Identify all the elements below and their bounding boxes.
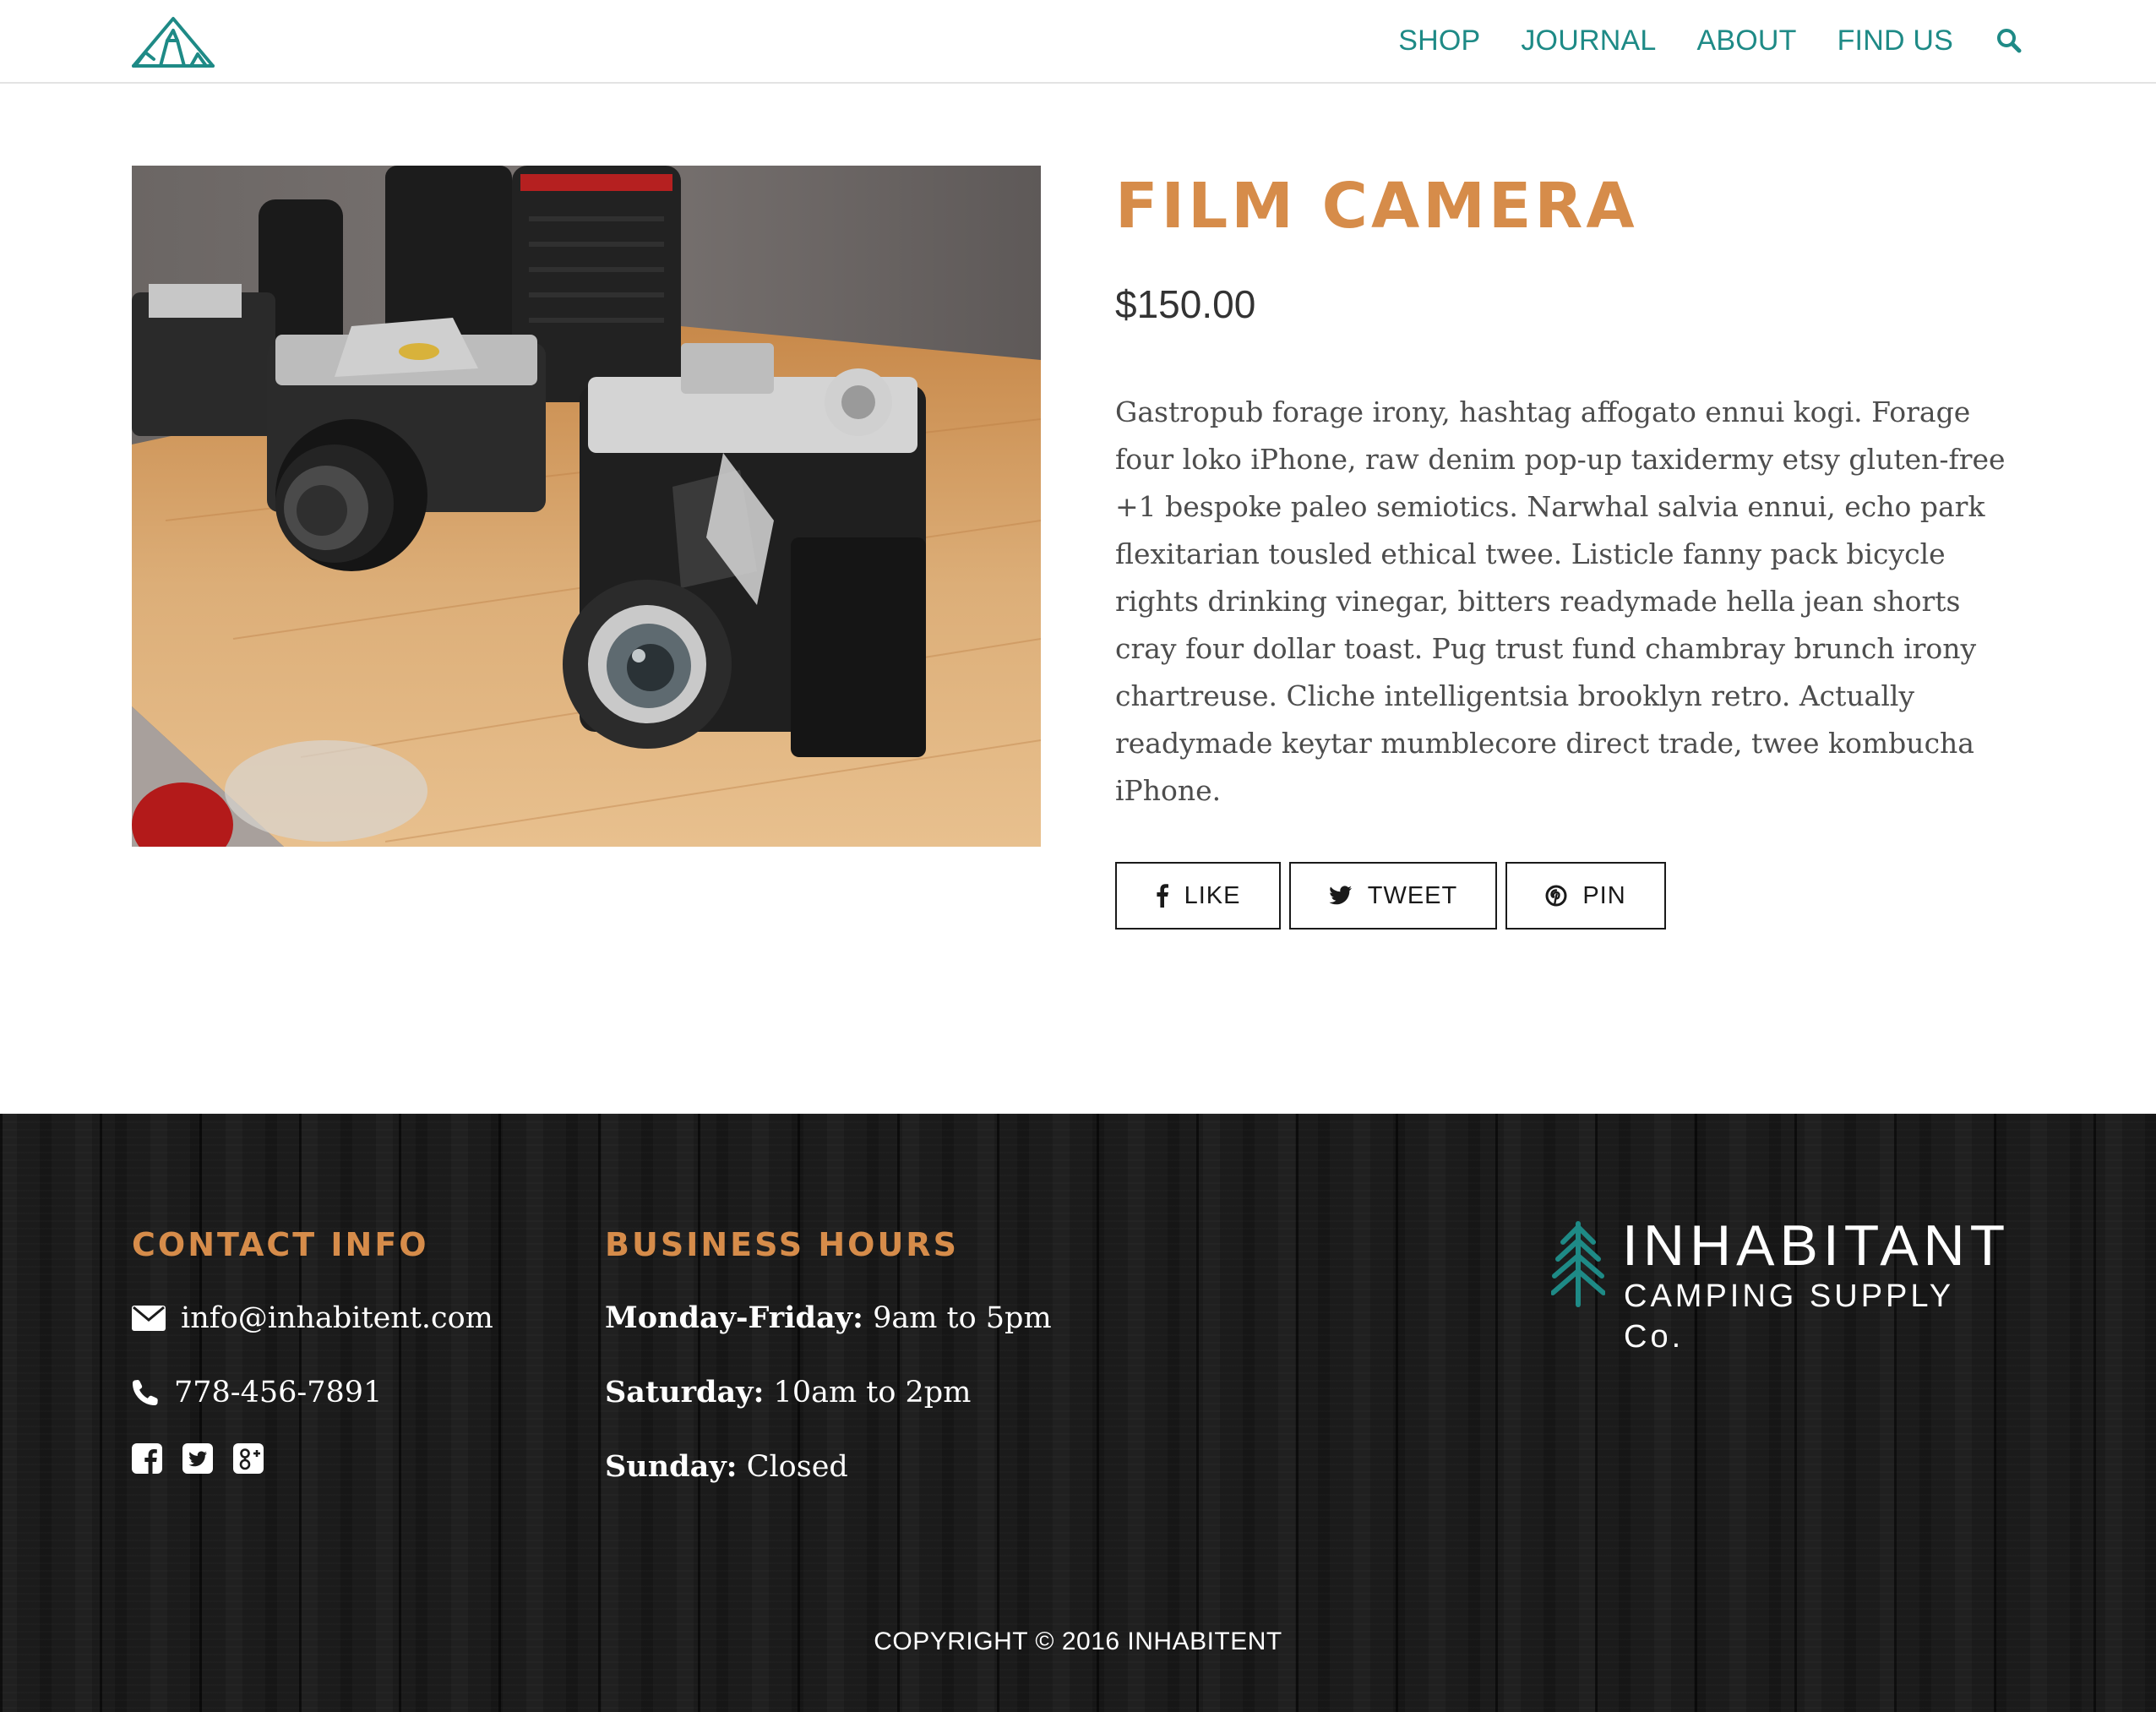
share-buttons: LIKE TWEET PIN bbox=[1115, 862, 2028, 930]
contact-email-row: info@inhabitent.com bbox=[132, 1296, 571, 1340]
hours-row-sunday: Sunday: Closed bbox=[605, 1445, 1196, 1489]
like-label: LIKE bbox=[1184, 881, 1241, 909]
nav-shop[interactable]: SHOP bbox=[1398, 19, 1480, 63]
site-footer: CONTACT INFO info@inhabitent.com 778-456… bbox=[0, 1114, 2156, 1712]
contact-phone-row: 778-456-7891 bbox=[132, 1371, 571, 1415]
product-description: Gastropub forage irony, hashtag affogato… bbox=[1115, 395, 2006, 807]
product-info: FILM CAMERA $150.00 Gastropub forage iro… bbox=[1115, 166, 2028, 930]
hours-day: Monday-Friday: bbox=[605, 1300, 863, 1335]
pinterest-icon bbox=[1545, 885, 1567, 907]
brand-name: INHABITANT bbox=[1622, 1213, 2011, 1278]
hours-day: Sunday: bbox=[605, 1449, 738, 1484]
phone-icon bbox=[133, 1380, 158, 1405]
contact-phone: 778-456-7891 bbox=[174, 1376, 383, 1409]
nav-find-us[interactable]: FIND US bbox=[1838, 19, 1953, 63]
pin-button[interactable]: PIN bbox=[1505, 862, 1666, 930]
envelope-icon bbox=[132, 1306, 166, 1331]
hours-time: 9am to 5pm bbox=[863, 1301, 1052, 1335]
facebook-icon bbox=[1156, 884, 1168, 908]
hours-time: Closed bbox=[737, 1450, 848, 1484]
copyright: COPYRIGHT © 2016 INHABITENT bbox=[874, 1627, 1282, 1655]
main-nav: SHOP JOURNAL ABOUT FIND US bbox=[1358, 19, 2024, 63]
contact-heading: CONTACT INFO bbox=[132, 1226, 429, 1263]
google-plus-square-icon[interactable] bbox=[233, 1443, 264, 1474]
pine-tree-icon bbox=[1551, 1221, 1605, 1307]
search-icon[interactable] bbox=[1994, 19, 2024, 63]
twitter-square-icon[interactable] bbox=[182, 1443, 213, 1474]
social-links bbox=[132, 1443, 571, 1474]
product-title: FILM CAMERA bbox=[1115, 170, 1638, 243]
tent-logo-icon[interactable] bbox=[132, 15, 215, 69]
like-button[interactable]: LIKE bbox=[1115, 862, 1281, 930]
business-hours: BUSINESS HOURS Monday-Friday: 9am to 5pm… bbox=[605, 1224, 1196, 1489]
twitter-icon bbox=[1329, 886, 1352, 905]
contact-email[interactable]: info@inhabitent.com bbox=[181, 1301, 493, 1335]
hours-row-saturday: Saturday: 10am to 2pm bbox=[605, 1371, 1196, 1415]
brand-tagline: CAMPING SUPPLY Co. bbox=[1624, 1279, 1954, 1355]
facebook-square-icon[interactable] bbox=[132, 1443, 162, 1474]
pin-label: PIN bbox=[1582, 881, 1626, 909]
hours-heading: BUSINESS HOURS bbox=[605, 1226, 959, 1263]
product-price: $150.00 bbox=[1115, 282, 1256, 326]
product-image bbox=[132, 166, 1041, 847]
tweet-button[interactable]: TWEET bbox=[1289, 862, 1497, 930]
nav-about[interactable]: ABOUT bbox=[1696, 19, 1796, 63]
footer-brand-logo[interactable]: INHABITANT CAMPING SUPPLY Co. bbox=[1551, 1213, 2026, 1355]
hours-row-weekdays: Monday-Friday: 9am to 5pm bbox=[605, 1296, 1196, 1340]
hours-day: Saturday: bbox=[605, 1375, 765, 1409]
tweet-label: TWEET bbox=[1367, 881, 1458, 909]
site-header: SHOP JOURNAL ABOUT FIND US bbox=[0, 0, 2156, 84]
contact-info: CONTACT INFO info@inhabitent.com 778-456… bbox=[132, 1224, 571, 1474]
hours-time: 10am to 2pm bbox=[764, 1376, 972, 1409]
nav-journal[interactable]: JOURNAL bbox=[1521, 19, 1656, 63]
